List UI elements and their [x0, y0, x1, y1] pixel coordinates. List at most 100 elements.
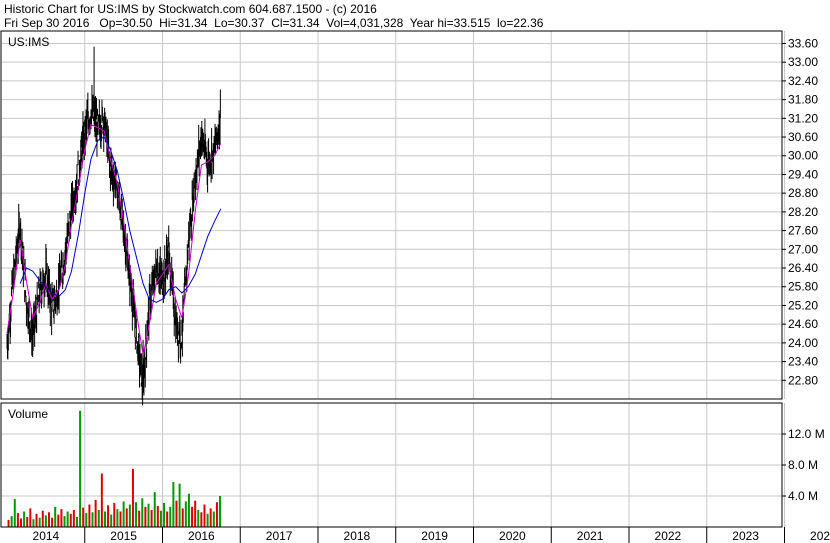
price-tick-label: 26.40	[788, 261, 818, 275]
volume-bar	[122, 501, 125, 527]
price-tick-label: 25.80	[788, 280, 818, 294]
price-series	[6, 46, 222, 406]
year-tick-label: 2016	[188, 529, 215, 543]
volume-bar	[184, 501, 187, 527]
volume-bar	[63, 516, 66, 527]
volume-bar	[191, 506, 194, 527]
price-tick-label: 30.60	[788, 130, 818, 144]
volume-bar	[110, 514, 113, 527]
price-grid	[1, 31, 785, 399]
year-tick-label: 2024	[810, 529, 830, 543]
volume-bar	[57, 514, 60, 527]
volume-bar	[212, 511, 215, 527]
year-tick-label: 2019	[421, 529, 448, 543]
price-axis-ticks: 33.60 33.00 32.40 31.80 31.20 30.60 30.00 29.40…	[782, 36, 818, 387]
price-tick-label: 31.20	[788, 111, 818, 125]
volume-bar	[72, 509, 75, 527]
price-tick-label: 22.80	[788, 373, 818, 387]
volume-bar	[159, 510, 162, 527]
volume-bar	[47, 512, 50, 527]
volume-bar	[66, 511, 69, 527]
volume-bar	[107, 505, 110, 527]
volume-bar	[10, 516, 13, 527]
stock-chart: US:IMS Volume 33.6033.0032.4031.8031.203…	[0, 30, 830, 543]
volume-bar	[203, 504, 206, 527]
volume-series	[7, 410, 222, 527]
price-tick-label: 31.80	[788, 93, 818, 107]
year-tick-label: 2014	[33, 529, 60, 543]
volume-tick-label: 12.0 M	[788, 427, 825, 441]
price-tick-label: 33.00	[788, 55, 818, 69]
price-tick-label: 25.20	[788, 298, 818, 312]
volume-bar	[153, 492, 156, 527]
volume-grid	[1, 403, 785, 527]
volume-bar	[41, 510, 44, 527]
volume-bar	[91, 512, 94, 527]
price-tick-label: 27.00	[788, 242, 818, 256]
volume-bar	[163, 502, 166, 527]
year-tick-label: 2018	[344, 529, 371, 543]
price-tick-label: 33.60	[788, 36, 818, 50]
volume-bar	[175, 500, 178, 527]
volume-bar	[51, 517, 54, 527]
volume-bar	[194, 500, 197, 527]
price-bars	[6, 46, 221, 406]
volume-bar	[181, 508, 184, 527]
volume-bar	[94, 499, 97, 527]
volume-bar	[131, 468, 134, 527]
price-panel-label: US:IMS	[8, 35, 49, 49]
volume-bar	[141, 498, 144, 527]
volume-bar	[166, 511, 169, 527]
year-tick-label: 2017	[266, 529, 293, 543]
volume-bar	[144, 506, 147, 527]
volume-bar	[69, 513, 72, 527]
volume-bar	[138, 510, 141, 527]
volume-bar	[100, 473, 103, 527]
volume-bar	[113, 502, 116, 527]
volume-bar	[44, 515, 47, 527]
volume-bar	[209, 508, 212, 527]
volume-bar	[85, 513, 88, 527]
volume-bar	[178, 483, 181, 527]
price-tick-label: 28.20	[788, 205, 818, 219]
price-tick-label: 32.40	[788, 74, 818, 88]
price-tick-label: 24.60	[788, 317, 818, 331]
volume-bar	[38, 517, 41, 527]
volume-bar	[26, 516, 29, 527]
volume-bar	[88, 504, 91, 527]
price-tick-label: 28.80	[788, 186, 818, 200]
volume-bar	[169, 506, 172, 527]
volume-bar	[187, 493, 190, 527]
price-tick-label: 30.00	[788, 149, 818, 163]
price-tick-label: 24.00	[788, 336, 818, 350]
volume-axis-ticks: 12.0 M 8.0 M 4.0 M	[782, 427, 825, 503]
volume-bar	[215, 502, 218, 527]
volume-bar	[19, 518, 22, 527]
year-tick-label: 2015	[110, 529, 137, 543]
price-tick-label: 23.40	[788, 355, 818, 369]
price-panel-border	[0, 30, 783, 400]
volume-bar	[116, 509, 119, 527]
volume-bar	[32, 519, 35, 527]
volume-bar	[119, 511, 122, 527]
volume-bar	[13, 499, 16, 527]
volume-bar	[97, 509, 100, 527]
volume-bar	[16, 513, 19, 527]
volume-bar	[197, 509, 200, 527]
price-tick-label: 27.60	[788, 224, 818, 238]
year-tick-label: 2022	[655, 529, 682, 543]
volume-bar	[75, 516, 78, 527]
year-tick-label: 2020	[499, 529, 526, 543]
volume-bar	[23, 511, 26, 527]
volume-bar	[29, 508, 32, 527]
volume-bar	[200, 512, 203, 527]
volume-bar	[219, 496, 222, 527]
volume-bar	[125, 508, 128, 527]
volume-bar	[135, 502, 138, 527]
price-tick-label: 29.40	[788, 167, 818, 181]
volume-bar	[150, 509, 153, 527]
year-tick-label: 2023	[732, 529, 759, 543]
year-tick-label: 2021	[577, 529, 604, 543]
volume-tick-label: 4.0 M	[788, 489, 818, 503]
volume-bar	[54, 506, 57, 527]
